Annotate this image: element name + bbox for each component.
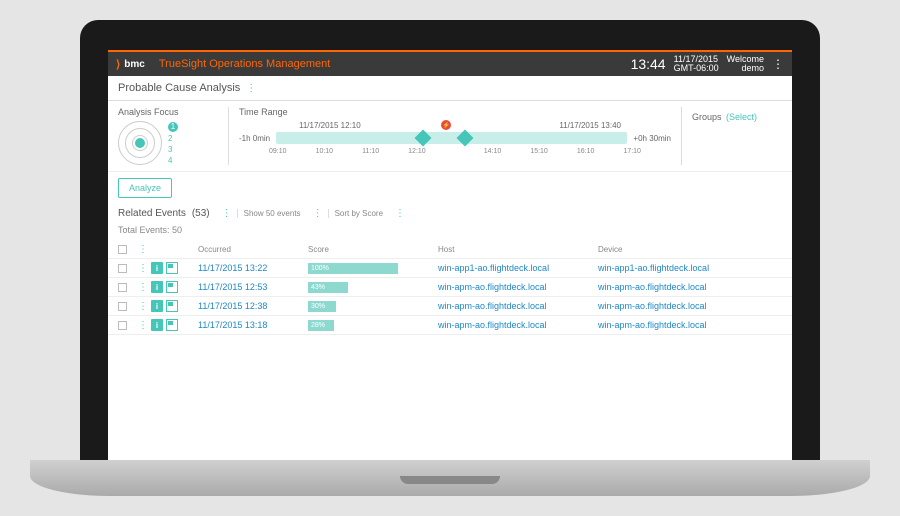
related-title: Related Events [118, 208, 186, 219]
table-header: ⋮ Occurred Score Host Device [108, 241, 792, 259]
page-title: Probable Cause Analysis [118, 82, 240, 94]
slider-handle-start[interactable] [414, 130, 431, 147]
col-occurred[interactable]: Occurred [198, 245, 308, 254]
row-device[interactable]: win-apm-ao.flightdeck.local [598, 282, 782, 292]
focus-levels: 1 2 3 4 [168, 122, 178, 165]
related-menu-icon[interactable]: ⋮ [222, 208, 231, 219]
related-count: (53) [192, 208, 210, 219]
table-row: ⋮i11/17/2015 13:1828%win-apm-ao.flightde… [108, 316, 792, 335]
header-tz: GMT-06:00 [674, 64, 719, 73]
row-score: 28% [308, 320, 438, 331]
row-host[interactable]: win-apm-ao.flightdeck.local [438, 320, 598, 330]
row-score: 43% [308, 282, 438, 293]
page-menu-icon[interactable]: ⋮ [246, 83, 255, 94]
focus-level-2[interactable]: 2 [168, 134, 178, 143]
row-host[interactable]: win-apm-ao.flightdeck.local [438, 282, 598, 292]
sort-menu-icon[interactable]: ⋮ [395, 208, 404, 219]
info-icon[interactable]: i [151, 281, 163, 293]
events-table: ⋮ Occurred Score Host Device ⋮i11/17/201… [108, 241, 792, 335]
flag-icon[interactable] [166, 262, 178, 274]
header-menu-icon[interactable]: ⋮ [772, 57, 784, 71]
row-occurred[interactable]: 11/17/2015 12:53 [198, 282, 308, 292]
groups-section: Groups (Select) [692, 107, 782, 165]
row-score: 100% [308, 263, 438, 274]
time-ticks: 09:10 10:10 11:10 12:10 14:10 15:10 16:1… [239, 148, 671, 155]
row-checkbox[interactable] [118, 264, 127, 273]
groups-select-link[interactable]: (Select) [726, 112, 757, 122]
app-screen: ⟩ bmc TrueSight Operations Management 13… [108, 50, 792, 460]
sort-link[interactable]: Sort by Score [328, 209, 383, 218]
row-device[interactable]: win-app1-ao.flightdeck.local [598, 263, 782, 273]
show-events-menu-icon[interactable]: ⋮ [313, 208, 322, 219]
row-occurred[interactable]: 11/17/2015 12:38 [198, 301, 308, 311]
flag-icon[interactable] [166, 319, 178, 331]
header-datetime: 11/17/2015 GMT-06:00 [674, 55, 719, 73]
time-offset-left: -1h 0min [239, 134, 270, 143]
focus-level-3[interactable]: 3 [168, 145, 178, 154]
brand-name: bmc [124, 59, 145, 70]
brand-logo: ⟩ bmc [116, 58, 145, 71]
top-bar: ⟩ bmc TrueSight Operations Management 13… [108, 50, 792, 76]
time-slider[interactable]: ⚡ [276, 132, 627, 144]
row-score: 30% [308, 301, 438, 312]
col-score[interactable]: Score [308, 245, 438, 254]
row-device[interactable]: win-apm-ao.flightdeck.local [598, 301, 782, 311]
app-title: TrueSight Operations Management [159, 58, 330, 70]
row-checkbox[interactable] [118, 302, 127, 311]
focus-bullseye[interactable] [118, 121, 162, 165]
user-welcome: Welcome demo [727, 55, 764, 73]
analysis-focus-section: Analysis Focus 1 2 3 4 [118, 107, 218, 165]
clock: 13:44 [631, 56, 666, 72]
show-events-link[interactable]: Show 50 events [237, 209, 301, 218]
focus-level-1[interactable]: 1 [168, 122, 178, 132]
focus-level-4[interactable]: 4 [168, 156, 178, 165]
related-events-header: Related Events (53) ⋮ Show 50 events ⋮ S… [108, 204, 792, 223]
table-row: ⋮i11/17/2015 12:3830%win-apm-ao.flightde… [108, 297, 792, 316]
header-actions-icon[interactable]: ⋮ [138, 244, 148, 255]
info-icon[interactable]: i [151, 300, 163, 312]
groups-label: Groups [692, 112, 722, 122]
time-range-section: Time Range 11/17/2015 12:10 11/17/2015 1… [239, 107, 671, 165]
bmc-logo-icon: ⟩ [116, 58, 120, 71]
select-all-checkbox[interactable] [118, 245, 127, 254]
time-range-label: Time Range [239, 107, 671, 117]
time-end: 11/17/2015 13:40 [559, 121, 621, 130]
row-menu-icon[interactable]: ⋮ [138, 282, 148, 293]
table-row: ⋮i11/17/2015 12:5343%win-apm-ao.flightde… [108, 278, 792, 297]
row-menu-icon[interactable]: ⋮ [138, 263, 148, 274]
time-start: 11/17/2015 12:10 [299, 121, 361, 130]
row-checkbox[interactable] [118, 283, 127, 292]
row-device[interactable]: win-apm-ao.flightdeck.local [598, 320, 782, 330]
info-icon[interactable]: i [151, 319, 163, 331]
row-occurred[interactable]: 11/17/2015 13:22 [198, 263, 308, 273]
analysis-focus-label: Analysis Focus [118, 107, 218, 117]
row-host[interactable]: win-app1-ao.flightdeck.local [438, 263, 598, 273]
analyze-button[interactable]: Analyze [118, 178, 172, 198]
row-occurred[interactable]: 11/17/2015 13:18 [198, 320, 308, 330]
flag-icon[interactable] [166, 281, 178, 293]
page-header: Probable Cause Analysis ⋮ [108, 76, 792, 101]
flag-icon[interactable] [166, 300, 178, 312]
row-checkbox[interactable] [118, 321, 127, 330]
row-menu-icon[interactable]: ⋮ [138, 301, 148, 312]
row-menu-icon[interactable]: ⋮ [138, 320, 148, 331]
info-icon[interactable]: i [151, 262, 163, 274]
user-name: demo [727, 64, 764, 73]
col-device[interactable]: Device [598, 245, 782, 254]
table-row: ⋮i11/17/2015 13:22100%win-app1-ao.flight… [108, 259, 792, 278]
time-offset-right: +0h 30min [633, 134, 671, 143]
row-host[interactable]: win-apm-ao.flightdeck.local [438, 301, 598, 311]
total-events-label: Total Events: 50 [108, 223, 792, 241]
col-host[interactable]: Host [438, 245, 598, 254]
slider-handle-end[interactable] [456, 130, 473, 147]
